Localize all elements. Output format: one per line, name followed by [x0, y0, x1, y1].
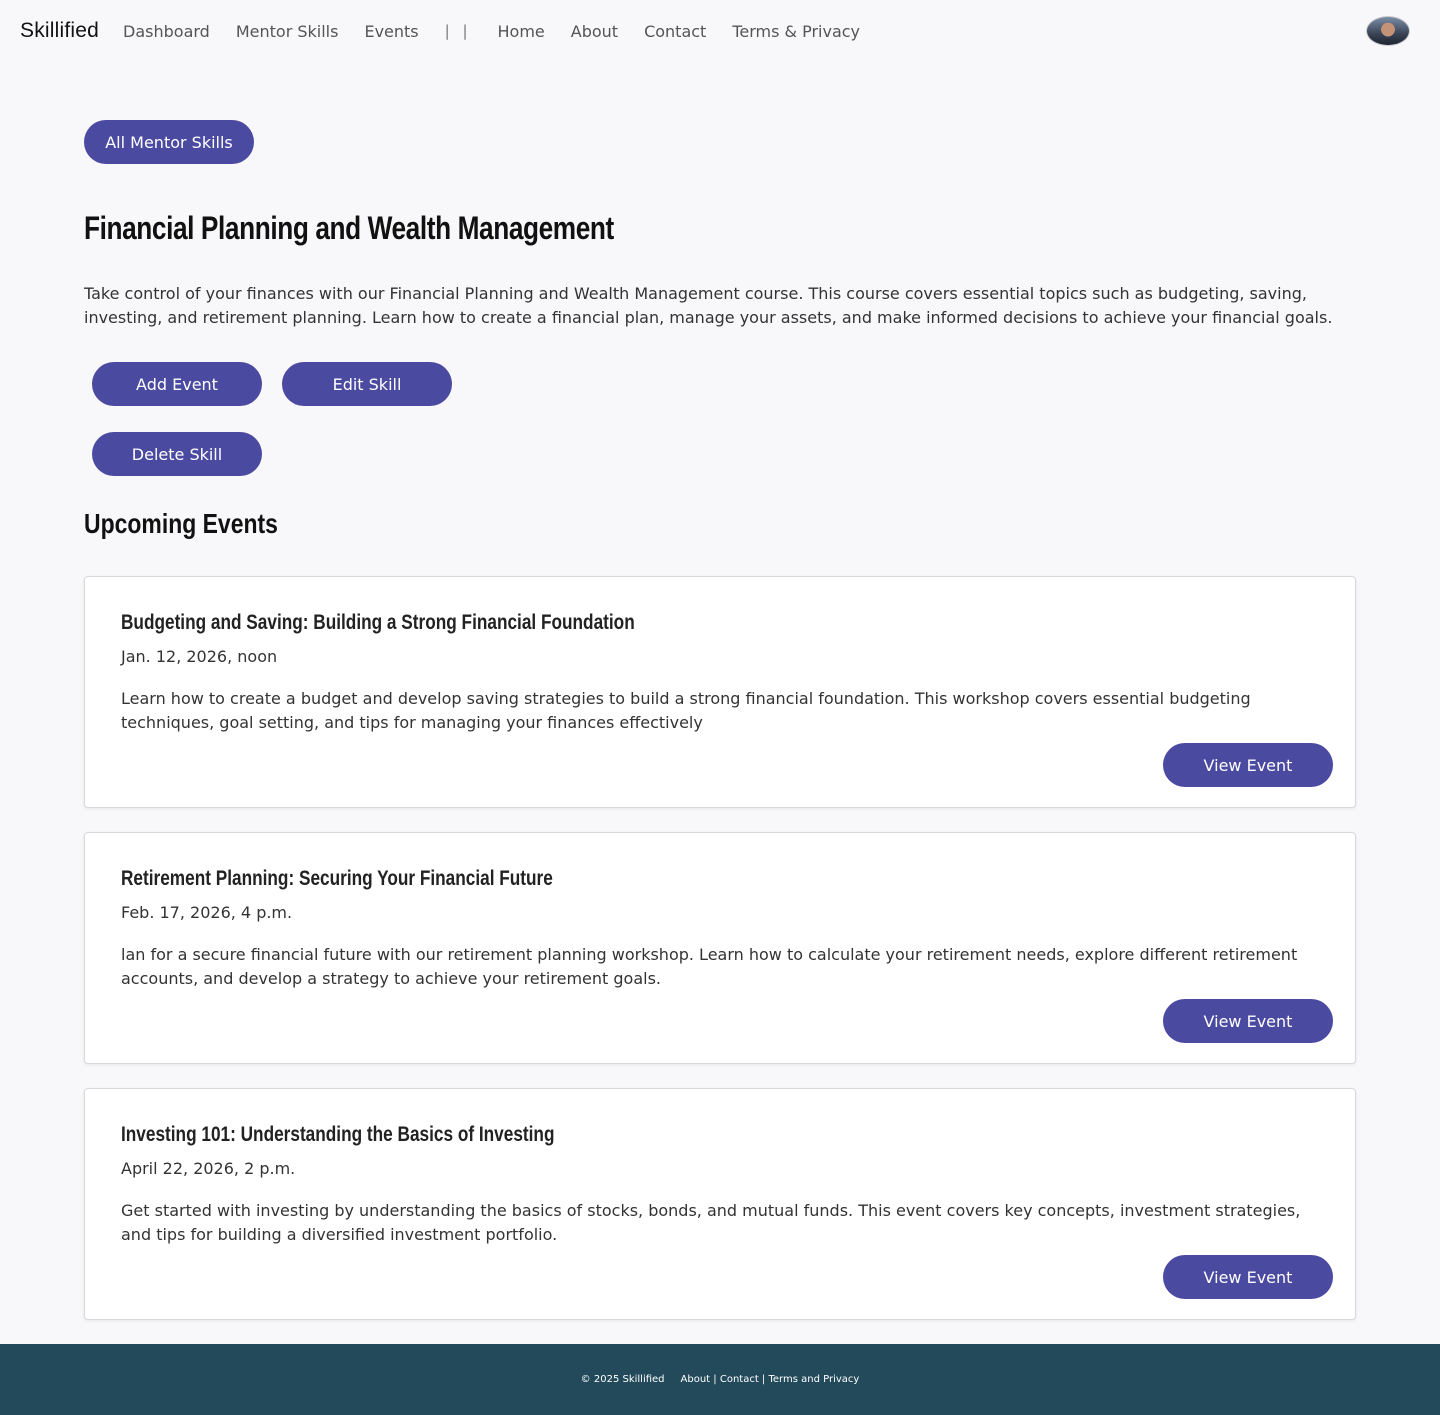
event-card: Budgeting and Saving: Building a Strong … — [84, 576, 1356, 808]
footer-divider: | — [710, 1374, 720, 1385]
event-title: Investing 101: Understanding the Basics … — [121, 1123, 555, 1146]
edit-skill-button[interactable]: Edit Skill — [282, 362, 452, 406]
view-event-button[interactable]: View Event — [1163, 999, 1333, 1043]
nav-mentor-skills[interactable]: Mentor Skills — [236, 22, 339, 41]
footer-terms-link[interactable]: Terms and Privacy — [768, 1374, 859, 1385]
footer-copyright: © 2025 Skillified — [580, 1374, 665, 1385]
nav-home[interactable]: Home — [498, 22, 545, 41]
event-date: April 22, 2026, 2 p.m. — [121, 1159, 296, 1178]
upcoming-events-heading: Upcoming Events — [84, 508, 278, 539]
nav-events[interactable]: Events — [364, 22, 418, 41]
top-navbar: Skillified Dashboard Mentor Skills Event… — [0, 0, 1440, 62]
event-description: Learn how to create a budget and develop… — [121, 689, 1251, 732]
footer-about-link[interactable]: About — [681, 1374, 711, 1385]
nav-terms-privacy[interactable]: Terms & Privacy — [732, 22, 860, 41]
event-card: Investing 101: Understanding the Basics … — [84, 1088, 1356, 1320]
event-date: Feb. 17, 2026, 4 p.m. — [121, 903, 293, 922]
event-title: Budgeting and Saving: Building a Strong … — [121, 611, 635, 634]
view-event-button[interactable]: View Event — [1163, 743, 1333, 787]
skill-description: Take control of your finances with our F… — [84, 284, 1333, 327]
footer-contact-link[interactable]: Contact — [720, 1374, 759, 1385]
view-event-button[interactable]: View Event — [1163, 1255, 1333, 1299]
nav-about[interactable]: About — [571, 22, 618, 41]
skill-title: Financial Planning and Wealth Management — [84, 210, 614, 246]
footer: © 2025 Skillified About | Contact | Term… — [0, 1344, 1440, 1415]
add-event-button[interactable]: Add Event — [92, 362, 262, 406]
all-mentor-skills-button[interactable]: All Mentor Skills — [84, 120, 254, 164]
brand-logo[interactable]: Skillified — [20, 19, 99, 43]
event-description: Get started with investing by understand… — [121, 1201, 1301, 1244]
nav-separator: | | — [444, 22, 472, 40]
event-date: Jan. 12, 2026, noon — [121, 647, 278, 666]
delete-skill-button[interactable]: Delete Skill — [92, 432, 262, 476]
footer-links: About | Contact | Terms and Privacy — [681, 1374, 860, 1385]
nav-contact[interactable]: Contact — [644, 22, 706, 41]
event-title: Retirement Planning: Securing Your Finan… — [121, 867, 553, 890]
event-card: Retirement Planning: Securing Your Finan… — [84, 832, 1356, 1064]
nav-dashboard[interactable]: Dashboard — [123, 22, 210, 41]
event-description: lan for a secure financial future with o… — [121, 945, 1298, 988]
user-avatar[interactable] — [1366, 16, 1410, 46]
